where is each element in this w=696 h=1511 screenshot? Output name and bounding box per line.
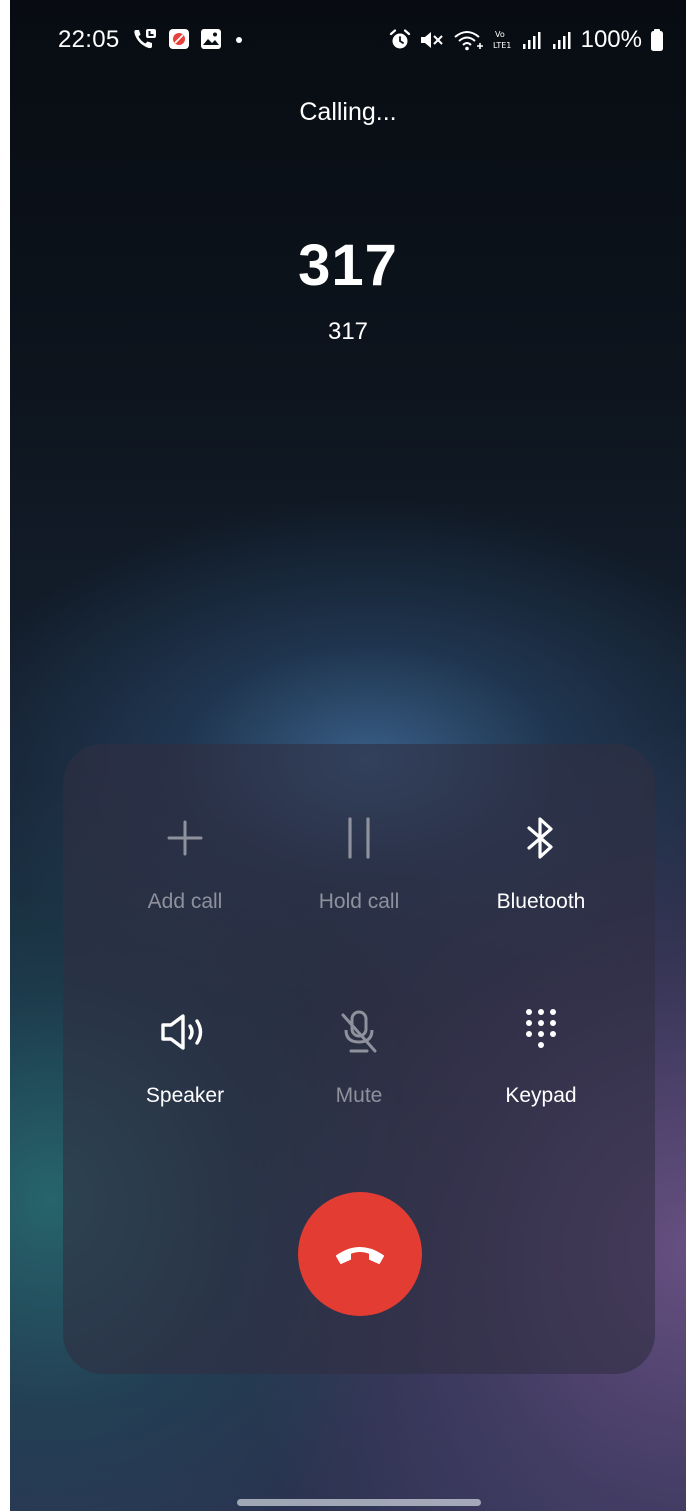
pause-icon — [269, 808, 449, 868]
caller-name: 317 — [298, 233, 398, 298]
alarm-icon — [389, 29, 411, 51]
dot-icon — [232, 28, 246, 50]
home-indicator[interactable] — [237, 1499, 481, 1506]
hold-call-button[interactable]: Hold call — [269, 808, 449, 914]
caller-number: 317 — [327, 318, 369, 345]
add-call-label: Add call — [147, 890, 223, 913]
keypad-icon — [451, 1002, 631, 1062]
status-right-icons: Vo LTE1 100% — [389, 26, 664, 54]
svg-text:LTE1: LTE1 — [493, 41, 511, 50]
wifi-calling-icon — [453, 28, 485, 52]
signal-icon — [521, 29, 543, 51]
status-left-icons — [132, 27, 246, 51]
status-time: 22:05 — [58, 26, 120, 53]
battery-icon — [650, 28, 664, 52]
bluetooth-button[interactable]: Bluetooth — [451, 808, 631, 914]
keypad-label: Keypad — [505, 1084, 577, 1107]
call-screen: 22:05 Vo LTE1 100% Calling... 317 317 Ad… — [10, 0, 686, 1511]
plus-icon — [95, 808, 275, 868]
phone-hangup-icon — [332, 1242, 388, 1266]
speaker-label: Speaker — [145, 1084, 225, 1107]
bluetooth-icon — [451, 808, 631, 868]
app-notification-icon — [168, 28, 190, 50]
mic-off-icon — [269, 1002, 449, 1062]
hold-call-label: Hold call — [318, 890, 400, 913]
battery-percent: 100% — [580, 26, 642, 53]
svg-text:Vo: Vo — [495, 30, 505, 39]
signal-icon — [551, 29, 573, 51]
mute-button[interactable]: Mute — [269, 1002, 449, 1108]
call-controls-panel: Add call Hold call Bluetooth Speaker Mut… — [63, 744, 655, 1374]
end-call-button[interactable] — [298, 1192, 422, 1316]
bluetooth-label: Bluetooth — [496, 890, 586, 913]
call-status: Calling... — [299, 98, 397, 126]
keypad-button[interactable]: Keypad — [451, 1002, 631, 1108]
speaker-button[interactable]: Speaker — [95, 1002, 275, 1108]
add-call-button[interactable]: Add call — [95, 808, 275, 914]
mute-label: Mute — [335, 1084, 383, 1107]
volte-icon: Vo LTE1 — [493, 28, 513, 52]
status-bar: 22:05 Vo LTE1 100% — [10, 0, 686, 80]
mute-icon — [419, 29, 445, 51]
speaker-icon — [95, 1002, 275, 1062]
gallery-icon — [200, 28, 222, 50]
call-icon — [132, 27, 158, 51]
